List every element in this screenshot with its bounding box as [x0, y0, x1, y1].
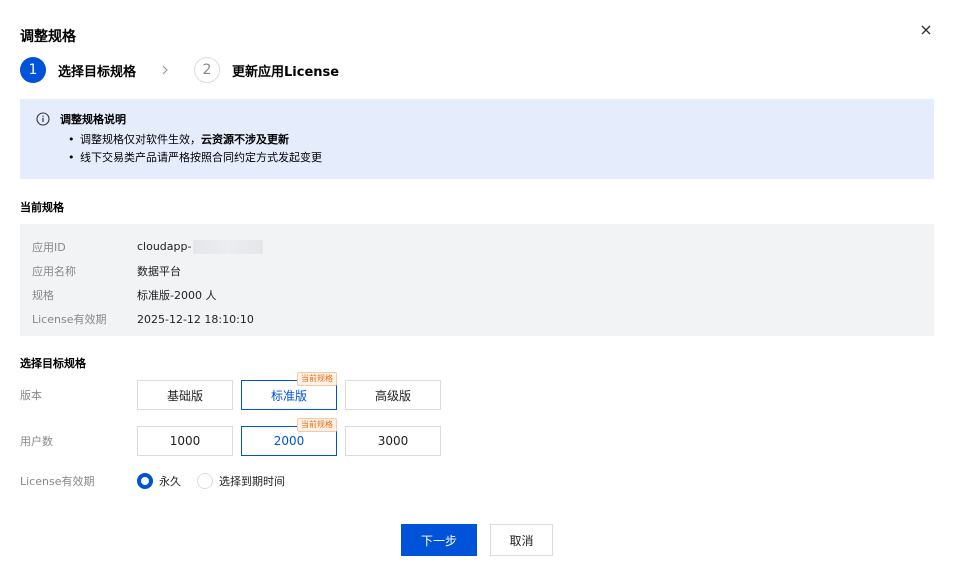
option-label: 3000 [377, 434, 409, 448]
info-key: License有效期 [32, 313, 107, 326]
users-option-2000[interactable]: 2000 当前规格 [241, 418, 337, 456]
notice-item: 调整规格仅对软件生效，云资源不涉及更新 [68, 131, 918, 149]
license-row: License有效期 永久 选择到期时间 [20, 473, 301, 489]
users-option-1000[interactable]: 1000 [137, 426, 233, 456]
close-icon[interactable] [918, 22, 934, 38]
app-id-value: cloudapp- [137, 240, 192, 253]
users-option-3000[interactable]: 3000 [345, 426, 441, 456]
next-button[interactable]: 下一步 [401, 524, 477, 556]
notice-item-text: 调整规格仅对软件生效， [80, 133, 201, 146]
info-value: cloudapp- [137, 240, 264, 254]
notice-box: 调整规格说明 调整规格仅对软件生效，云资源不涉及更新 线下交易类产品请严格按照合… [20, 99, 934, 179]
users-label: 用户数 [20, 435, 53, 448]
step-2-number: 2 [194, 57, 221, 83]
current-spec-card: 应用ID cloudapp- 应用名称 数据平台 规格 标准版-2000 人 L… [20, 224, 934, 336]
radio-label: 选择到期时间 [219, 475, 285, 488]
info-value: 2025-12-12 18:10:10 [137, 312, 254, 326]
current-spec-badge: 当前规格 [297, 418, 337, 432]
radio-unchecked-icon [197, 473, 213, 489]
license-radio-permanent[interactable]: 永久 [137, 473, 181, 489]
info-row-spec: 规格 标准版-2000 人 [32, 283, 922, 307]
license-label: License有效期 [20, 475, 95, 488]
steps-indicator: 1 选择目标规格 2 更新应用License [20, 57, 339, 83]
notice-item: 线下交易类产品请严格按照合同约定方式发起变更 [68, 149, 918, 167]
radio-checked-icon [137, 473, 153, 489]
option-label: 标准版 [270, 388, 307, 403]
step-2-label: 更新应用License [232, 64, 340, 80]
redacted-block [193, 240, 264, 254]
notice-title: 调整规格说明 [60, 113, 126, 126]
info-row-license: License有效期 2025-12-12 18:10:10 [32, 307, 922, 331]
info-row-app-id: 应用ID cloudapp- [32, 235, 922, 259]
step-1-label: 选择目标规格 [58, 64, 137, 80]
info-value: 标准版-2000 人 [137, 289, 217, 302]
edition-option-basic[interactable]: 基础版 [137, 380, 233, 410]
current-spec-badge: 当前规格 [297, 372, 337, 386]
step-1-number: 1 [20, 57, 46, 83]
edition-option-standard[interactable]: 标准版 当前规格 [241, 372, 337, 410]
dialog-title: 调整规格 [20, 29, 76, 45]
option-label: 1000 [169, 434, 201, 448]
notice-item-emphasis: 云资源不涉及更新 [201, 133, 289, 146]
target-spec-title: 选择目标规格 [20, 357, 86, 370]
option-label: 基础版 [166, 388, 203, 403]
license-radio-expiry[interactable]: 选择到期时间 [197, 473, 285, 489]
edition-row: 版本 基础版 标准版 当前规格 高级版 [20, 372, 449, 410]
option-label: 2000 [273, 434, 305, 448]
option-label: 高级版 [374, 388, 411, 403]
current-spec-title: 当前规格 [20, 201, 64, 214]
license-radio-group: 永久 选择到期时间 [137, 473, 301, 489]
info-icon [36, 112, 50, 126]
info-row-app-name: 应用名称 数据平台 [32, 259, 922, 283]
info-key: 规格 [32, 289, 54, 302]
edition-label: 版本 [20, 389, 42, 402]
chevron-right-icon [158, 63, 172, 77]
info-key: 应用名称 [32, 265, 76, 278]
cancel-button[interactable]: 取消 [490, 524, 553, 556]
radio-label: 永久 [159, 475, 181, 488]
info-value: 数据平台 [137, 265, 181, 278]
info-key: 应用ID [32, 241, 66, 254]
edition-option-advanced[interactable]: 高级版 [345, 380, 441, 410]
users-row: 用户数 1000 2000 当前规格 3000 [20, 418, 449, 456]
